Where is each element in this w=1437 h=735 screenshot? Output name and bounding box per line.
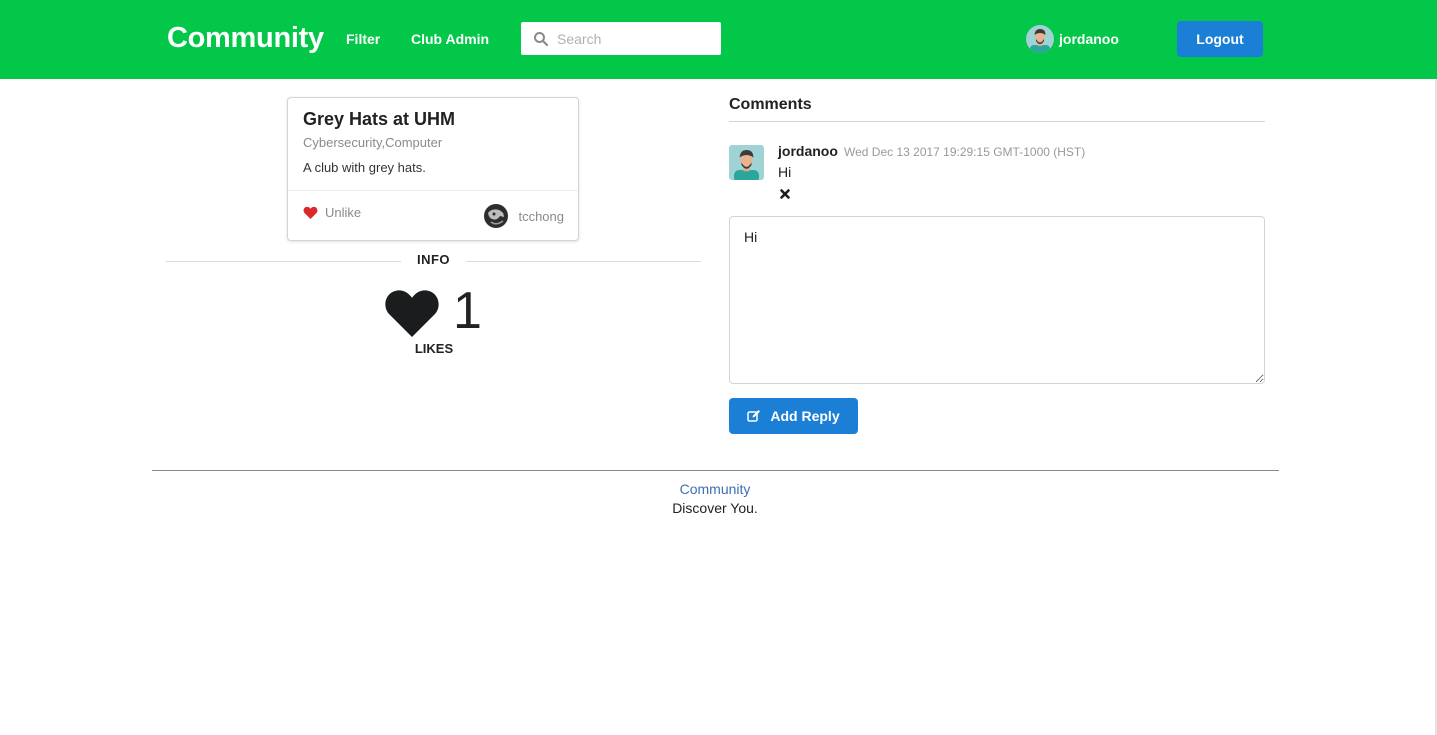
club-owner: tcchong (483, 203, 564, 229)
top-menu-bar: Community Filter Club Admin jordanoo Log… (0, 0, 1437, 79)
user-avatar (1026, 25, 1054, 53)
heart-icon (385, 290, 439, 337)
delete-comment-icon[interactable] (779, 188, 791, 200)
owner-name: tcchong (518, 208, 564, 224)
comment-author[interactable]: jordanoo (778, 143, 838, 159)
card-footer: Unlike tcchong (288, 190, 578, 240)
reply-textarea[interactable]: Hi (729, 216, 1265, 384)
likes-label: LIKES (414, 341, 454, 356)
divider-line (466, 261, 701, 262)
comments-header: Comments (729, 96, 1265, 122)
club-categories: Cybersecurity,Computer (303, 135, 443, 150)
brand-logo[interactable]: Community (167, 22, 324, 55)
nav-filter-link[interactable]: Filter (346, 31, 380, 47)
owner-avatar (483, 203, 510, 229)
likes-count: 1 (453, 282, 482, 340)
footer-community-link[interactable]: Community (0, 481, 1430, 497)
search-icon (534, 32, 549, 47)
info-label: INFO (416, 252, 451, 267)
search-input[interactable] (557, 22, 717, 55)
likes-statistic: 1 (383, 283, 493, 343)
comment-text: Hi (778, 164, 792, 180)
edit-icon (747, 410, 761, 422)
add-reply-label: Add Reply (770, 408, 840, 424)
club-title[interactable]: Grey Hats at UHM (303, 109, 455, 130)
footer-divider (152, 470, 1279, 471)
logout-button[interactable]: Logout (1177, 21, 1263, 57)
footer-tagline: Discover You. (672, 500, 758, 516)
comment-date: Wed Dec 13 2017 19:29:15 GMT-1000 (HST) (844, 145, 1086, 159)
heart-icon (303, 206, 318, 219)
club-card: Grey Hats at UHM Cybersecurity,Computer … (287, 97, 579, 241)
search-box (521, 22, 721, 55)
unlike-label: Unlike (325, 205, 362, 220)
unlike-button[interactable]: Unlike (303, 205, 361, 220)
user-menu[interactable]: jordanoo (1026, 25, 1119, 53)
nav-club-admin-link[interactable]: Club Admin (411, 31, 489, 47)
add-reply-button[interactable]: Add Reply (729, 398, 858, 434)
info-divider: INFO (166, 252, 701, 270)
user-name: jordanoo (1059, 31, 1119, 47)
comment-avatar (729, 145, 764, 180)
club-description: A club with grey hats. (303, 160, 426, 175)
divider-line (166, 261, 401, 262)
